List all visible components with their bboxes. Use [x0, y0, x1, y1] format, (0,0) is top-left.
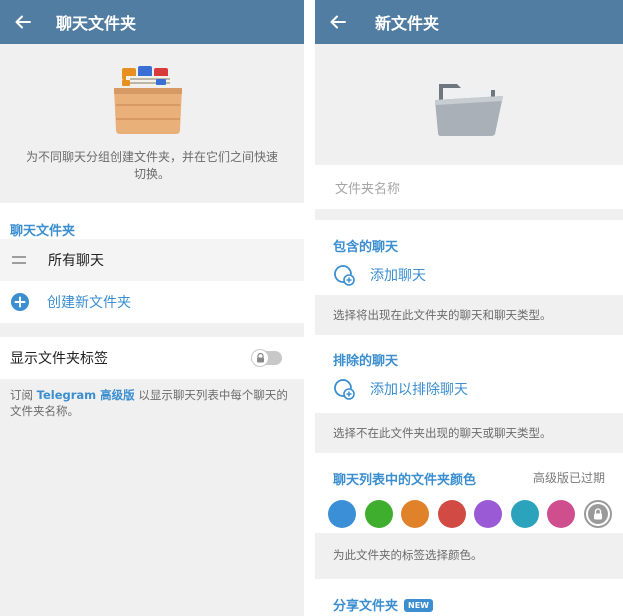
included-tip: 选择将出现在此文件夹的聊天和聊天类型。	[333, 308, 552, 322]
intro-description: 为不同聊天分组创建文件夹，并在它们之间快速切换。	[25, 150, 278, 181]
plus-circle-icon	[11, 293, 29, 311]
app-bar: 聊天文件夹	[0, 0, 304, 44]
tip-prefix: 订阅	[10, 388, 37, 402]
create-folder-label: 创建新文件夹	[47, 295, 131, 311]
included-section: 包含的聊天 添加聊天	[315, 220, 623, 295]
folder-name-input[interactable]: 文件夹名称	[315, 165, 623, 209]
page-title: 新文件夹	[375, 14, 440, 33]
section-title: 聊天文件夹	[10, 224, 76, 239]
toggle-knob	[251, 349, 269, 367]
color-option-pink[interactable]	[547, 500, 575, 528]
folder-color-section: 聊天列表中的文件夹颜色 高级版已过期	[315, 453, 623, 533]
included-title: 包含的聊天	[333, 240, 399, 255]
excluded-section: 排除的聊天 添加以排除聊天	[315, 335, 623, 413]
create-folder-button[interactable]: 创建新文件夹	[0, 281, 304, 323]
locked-color-swatch	[587, 504, 608, 524]
color-option-orange[interactable]	[401, 500, 429, 528]
drag-handle-icon[interactable]	[12, 256, 26, 264]
premium-expired-status: 高级版已过期	[532, 471, 605, 485]
premium-link[interactable]: Telegram 高级版	[37, 388, 135, 402]
share-folder-section[interactable]: 分享文件夹 NEW	[315, 579, 623, 616]
add-excluded-label: 添加以排除聊天	[370, 382, 468, 398]
back-arrow-icon	[330, 15, 346, 29]
back-button[interactable]	[8, 12, 38, 32]
page-title: 聊天文件夹	[56, 14, 137, 33]
share-folder-title: 分享文件夹	[333, 599, 399, 614]
show-tags-label: 显示文件夹标签	[10, 351, 108, 367]
folders-intro: 为不同聊天分组创建文件夹，并在它们之间快速切换。	[0, 44, 304, 203]
show-tags-row[interactable]: 显示文件夹标签	[0, 337, 304, 379]
add-chats-label: 添加聊天	[370, 268, 426, 284]
color-option-blue[interactable]	[328, 500, 356, 528]
new-badge: NEW	[404, 599, 433, 612]
color-option-purple[interactable]	[474, 500, 502, 528]
back-button[interactable]	[323, 12, 353, 32]
folder-illustration	[315, 44, 623, 165]
lock-icon	[593, 508, 602, 520]
folder-label: 所有聊天	[48, 253, 104, 269]
lock-icon	[256, 353, 264, 363]
file-cabinet-icon	[108, 64, 188, 140]
color-option-locked[interactable]	[583, 500, 612, 528]
chat-folders-screen: 聊天文件夹 为不同聊天分组创建文件夹，并在它们之间快速切换。 聊天文件夹 所有聊…	[0, 0, 304, 616]
back-arrow-icon	[15, 15, 31, 29]
color-header: 聊天列表中的文件夹颜色 高级版已过期	[315, 469, 623, 488]
app-bar: 新文件夹	[315, 0, 623, 44]
color-option-green[interactable]	[364, 500, 393, 528]
folders-section: 聊天文件夹 所有聊天 创建新文件夹	[0, 203, 304, 323]
add-chat-icon	[334, 379, 355, 400]
color-tip: 为此文件夹的标签选择颜色。	[333, 548, 483, 562]
color-option-red[interactable]	[437, 500, 466, 528]
excluded-title: 排除的聊天	[333, 354, 399, 369]
color-title: 聊天列表中的文件夹颜色	[333, 473, 477, 488]
premium-tip: 订阅 Telegram 高级版 以显示聊天列表中每个聊天的文件夹名称。	[0, 379, 304, 419]
show-tags-toggle[interactable]	[251, 349, 282, 367]
open-folder-icon	[433, 74, 505, 142]
folder-row-all-chats[interactable]: 所有聊天	[0, 239, 304, 281]
new-folder-screen: 新文件夹 文件夹名称 包含的聊天 添加聊天 选择将出现在此文件夹的聊天和聊天类型…	[315, 0, 623, 616]
color-picker	[315, 494, 623, 534]
color-option-teal[interactable]	[510, 500, 539, 528]
add-excluded-chats-button[interactable]: 添加以排除聊天	[315, 371, 623, 407]
add-chat-icon	[334, 265, 355, 286]
excluded-tip: 选择不在此文件夹出现的聊天或聊天类型。	[333, 426, 552, 440]
add-chats-button[interactable]: 添加聊天	[315, 257, 623, 293]
